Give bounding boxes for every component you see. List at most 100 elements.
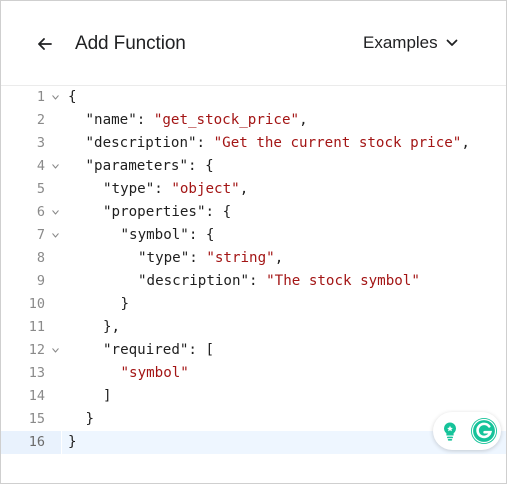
line-number: 10: [28, 296, 45, 312]
code-line[interactable]: 7 "symbol": {: [1, 224, 506, 247]
code-content: "properties": {: [62, 201, 506, 224]
string-token: "Get the current stock price": [213, 135, 462, 151]
line-number: 8: [36, 250, 45, 266]
lightbulb-icon: [438, 419, 462, 443]
code-line[interactable]: 16}: [1, 431, 506, 454]
line-number: 16: [28, 434, 45, 450]
code-content: "type": "string",: [62, 247, 506, 270]
code-content: "type": "object",: [62, 178, 506, 201]
code-editor[interactable]: 1{2 "name": "get_stock_price", 3 "descripti…: [1, 86, 506, 483]
line-number: 6: [36, 204, 45, 220]
line-number: 15: [28, 411, 45, 427]
fold-chevron-icon[interactable]: [50, 86, 60, 109]
line-gutter: 14: [1, 385, 61, 408]
code-line[interactable]: 2 "name": "get_stock_price",: [1, 109, 506, 132]
punctuation-token: }: [120, 296, 130, 312]
lightbulb-button[interactable]: [436, 417, 464, 445]
code-content: ]: [62, 385, 506, 408]
code-content: "parameters": {: [62, 155, 506, 178]
key-token: "required": [103, 342, 189, 358]
code-content: {: [62, 86, 506, 109]
extension-icons: [433, 412, 501, 450]
punctuation-token: ,: [299, 112, 308, 128]
punctuation-token: ,: [461, 135, 470, 151]
key-token: "symbol": [120, 227, 189, 243]
line-number: 9: [36, 273, 45, 289]
punctuation-token: },: [103, 319, 121, 335]
line-number: 7: [36, 227, 45, 243]
punctuation-token: {: [68, 89, 77, 105]
line-number: 12: [28, 342, 45, 358]
string-token: "The stock symbol": [266, 273, 420, 289]
line-gutter: 16: [1, 431, 61, 454]
code-line[interactable]: 9 "description": "The stock symbol": [1, 270, 506, 293]
arrow-left-icon: [38, 38, 52, 50]
code-content: },: [62, 316, 506, 339]
code-content: }: [62, 293, 506, 316]
code-line[interactable]: 8 "type": "string",: [1, 247, 506, 270]
punctuation-token: }: [85, 411, 95, 427]
string-token: "string": [206, 250, 275, 266]
line-number: 4: [36, 158, 45, 174]
fold-chevron-icon[interactable]: [50, 155, 60, 178]
code-content: "description": "Get the current stock pr…: [62, 132, 506, 155]
punctuation-token: :: [249, 273, 267, 289]
code-line[interactable]: 13 "symbol": [1, 362, 506, 385]
punctuation-token: }: [68, 434, 77, 450]
page-title: Add Function: [75, 33, 186, 54]
punctuation-token: ]: [103, 388, 112, 404]
fold-chevron-icon[interactable]: [50, 224, 60, 247]
punctuation-token: : {: [188, 227, 215, 243]
grammarly-button[interactable]: [470, 417, 498, 445]
code-line[interactable]: 14]: [1, 385, 506, 408]
code-line[interactable]: 11},: [1, 316, 506, 339]
key-token: "type": [103, 181, 155, 197]
key-token: "description": [138, 273, 250, 289]
examples-dropdown[interactable]: Examples: [363, 31, 458, 55]
code-line[interactable]: 10}: [1, 293, 506, 316]
key-token: "name": [85, 112, 137, 128]
line-number: 5: [36, 181, 45, 197]
string-token: "symbol": [120, 365, 189, 381]
code-content: "required": [: [62, 339, 506, 362]
fold-chevron-icon[interactable]: [50, 201, 60, 224]
code-line[interactable]: 6 "properties": {: [1, 201, 506, 224]
punctuation-token: :: [136, 112, 154, 128]
chevron-down-icon: [446, 39, 458, 46]
line-number: 14: [28, 388, 45, 404]
punctuation-token: : {: [188, 158, 214, 174]
punctuation-token: : {: [205, 204, 232, 220]
fold-chevron-icon[interactable]: [50, 339, 60, 362]
line-number: 13: [28, 365, 45, 381]
header: Add Function Examples: [1, 1, 506, 86]
code-line[interactable]: 15}: [1, 408, 506, 431]
key-token: "parameters": [85, 158, 189, 174]
grammarly-icon: [471, 418, 497, 444]
line-gutter: 3: [1, 132, 61, 155]
line-gutter: 5: [1, 178, 61, 201]
line-gutter: 4: [1, 155, 61, 178]
code-line[interactable]: 12 "required": [: [1, 339, 506, 362]
key-token: "description": [85, 135, 197, 151]
line-number: 2: [36, 112, 45, 128]
line-gutter: 6: [1, 201, 61, 224]
string-token: "object": [171, 181, 240, 197]
code-line[interactable]: 3 "description": "Get the current stock p…: [1, 132, 506, 155]
code-line[interactable]: 5 "type": "object",: [1, 178, 506, 201]
examples-label: Examples: [363, 33, 438, 52]
line-gutter: 10: [1, 293, 61, 316]
line-gutter: 13: [1, 362, 61, 385]
punctuation-token: ,: [274, 250, 284, 266]
line-number: 3: [36, 135, 45, 151]
line-gutter: 11: [1, 316, 61, 339]
code-line[interactable]: 1{: [1, 86, 506, 109]
key-token: "type": [138, 250, 190, 266]
line-number: 11: [28, 319, 45, 335]
punctuation-token: :: [154, 181, 172, 197]
line-gutter: 7: [1, 224, 61, 247]
line-gutter: 2: [1, 109, 61, 132]
back-button[interactable]: [31, 31, 59, 57]
line-number: 1: [36, 89, 45, 105]
code-line[interactable]: 4 "parameters": {: [1, 155, 506, 178]
line-gutter: 1: [1, 86, 61, 109]
